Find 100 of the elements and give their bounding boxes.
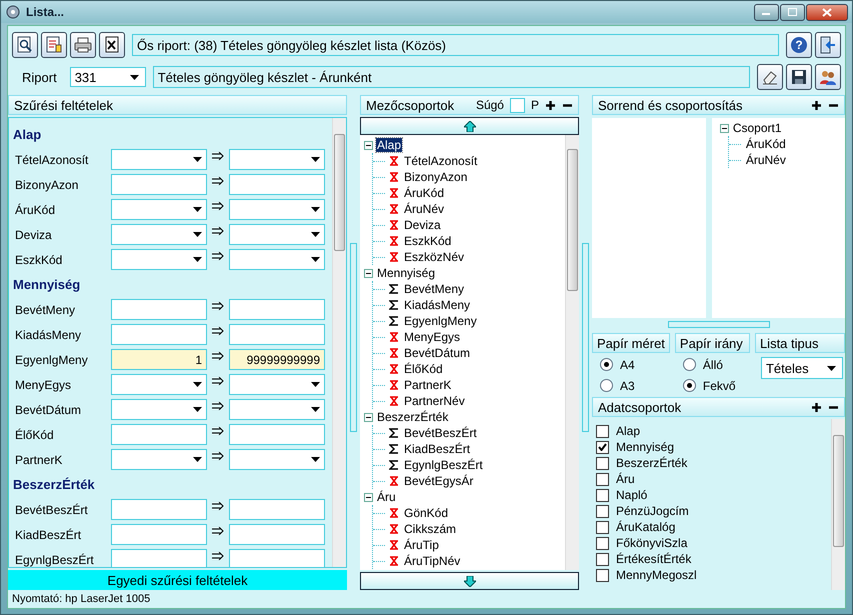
tree-field-item[interactable]: Cikkszám [403,522,458,536]
to-input-field[interactable] [229,174,325,195]
checkbox[interactable] [596,568,609,582]
tree-field-item[interactable]: ÉlőKód [403,362,444,376]
from-input-field[interactable] [111,324,207,345]
tree-group-item[interactable]: Alap [376,138,402,152]
to-input-field[interactable] [229,549,325,567]
from-input-field[interactable] [111,299,207,320]
to-input-field[interactable]: 99999999999 [229,349,325,370]
tree-field-item[interactable]: KiadásMeny [403,298,472,312]
checkbox[interactable] [596,488,609,502]
radio-button[interactable] [682,379,696,392]
checkbox[interactable] [596,520,609,534]
help-checkbox[interactable] [510,98,525,112]
radio-button[interactable] [682,358,696,371]
plus-icon[interactable] [545,100,556,110]
from-input-field[interactable] [111,499,207,520]
range-arrow-icon [212,226,224,234]
help-button[interactable]: ? [786,32,812,58]
tree-group-item[interactable]: BeszerzÉrték [376,410,450,424]
checkbox[interactable] [596,424,609,438]
tree-field-item[interactable]: KiadBeszÉrt [403,442,472,456]
tree-field-item[interactable]: EgynlgBeszÉrt [403,458,484,472]
tree-field-item[interactable]: BizonyAzon [403,170,468,184]
caret-icon [193,407,202,412]
print-button[interactable] [70,32,96,58]
tree-field-item[interactable]: PartnerK [403,378,452,392]
tree-field-item[interactable]: BevétMeny [403,282,466,296]
maximize-button[interactable] [780,4,805,20]
eraser-button[interactable] [757,64,783,90]
tree-field-item[interactable]: BevétBeszÉrt [403,426,478,440]
filter-label: BevétBeszÉrt [14,502,89,516]
scrollbar[interactable] [332,118,346,567]
tree-field-item[interactable]: TételAzonosít [403,154,478,168]
tree-field-item[interactable]: ÁruTipNév [403,554,462,568]
tree-field-item[interactable]: GönKód [403,506,450,520]
report-settings-button[interactable] [41,32,67,58]
tree-field-item[interactable]: ÁruNév [403,202,446,216]
save-button[interactable] [786,64,812,90]
plus-icon[interactable] [811,402,822,412]
tree-field-item[interactable]: EszközNév [403,250,466,264]
collapse-toggle-icon[interactable] [720,124,729,132]
collapse-toggle-icon[interactable] [364,492,373,502]
checkbox[interactable] [596,456,609,470]
from-input-field[interactable] [111,524,207,545]
tree-field-item[interactable]: Deviza [403,218,442,232]
report-name-field[interactable]: Tételes göngyöleg készlet - Árunként [152,66,750,88]
radio-button[interactable] [600,379,613,392]
tree-field-item[interactable]: BevétEgysÁr [403,474,474,488]
tree-field-item[interactable]: ÁruKód [744,137,787,151]
tree-field-item[interactable]: ÁruTip [403,538,440,552]
tree-field-item[interactable]: ÁruNév [744,153,787,167]
tree-group-item[interactable]: Mennyiség [376,266,436,280]
checkbox[interactable] [596,440,609,454]
collapse-toggle-icon[interactable] [364,268,373,278]
to-input-field[interactable] [229,299,325,320]
tree-field-item[interactable]: EszkKód [403,234,452,248]
scroll-down-button[interactable] [360,572,579,590]
tree-field-item[interactable]: EgyenlgMeny [403,314,478,328]
tree-group-item[interactable]: Áru [376,490,397,504]
tree-field-item[interactable]: MenyEgys [403,330,462,344]
cross-icon [389,252,399,262]
to-input-field[interactable] [229,524,325,545]
from-input-field[interactable] [111,424,207,445]
users-button[interactable] [815,64,841,90]
scrollbar[interactable] [565,135,579,570]
splitter-handle[interactable] [582,243,589,432]
report-number-dropdown[interactable]: 331 [70,67,146,87]
splitter-handle[interactable] [668,321,770,328]
minimize-button[interactable] [754,4,779,20]
plus-icon[interactable] [811,100,822,110]
custom-filters-button[interactable]: Egyedi szűrési feltételek [8,570,347,590]
tree-field-item[interactable]: ÁruKód [403,186,446,200]
list-type-dropdown[interactable]: Tételes [760,357,843,379]
close-button[interactable] [806,4,848,20]
to-input-field[interactable] [229,324,325,345]
exit-button[interactable] [815,32,841,58]
checkbox[interactable] [596,536,609,550]
filter-label: ÁruKód [14,202,56,216]
from-input-field[interactable] [111,549,207,567]
preview-button[interactable] [12,32,38,58]
checkbox[interactable] [596,552,609,566]
radio-button[interactable] [600,358,613,371]
to-input-field[interactable] [229,424,325,445]
tree-group-item[interactable]: Csoport1 [732,121,783,135]
checkbox[interactable] [596,472,609,486]
from-input-field[interactable]: 1 [111,349,207,370]
checkbox[interactable] [596,504,609,518]
scrollbar[interactable] [831,419,845,590]
to-input-field[interactable] [229,499,325,520]
tree-field-item[interactable]: PartnerNév [403,394,466,408]
scroll-up-button[interactable] [360,117,579,135]
collapse-toggle-icon[interactable] [364,140,373,150]
grouping-tree[interactable]: Csoport1 ÁruKód ÁruNév [712,118,845,318]
excel-export-button[interactable] [99,32,125,58]
checkbox-label: Alap [616,424,640,438]
splitter-handle[interactable] [350,243,357,432]
tree-field-item[interactable]: BevétDátum [403,346,472,360]
collapse-toggle-icon[interactable] [364,412,373,422]
from-input-field[interactable] [111,174,207,195]
